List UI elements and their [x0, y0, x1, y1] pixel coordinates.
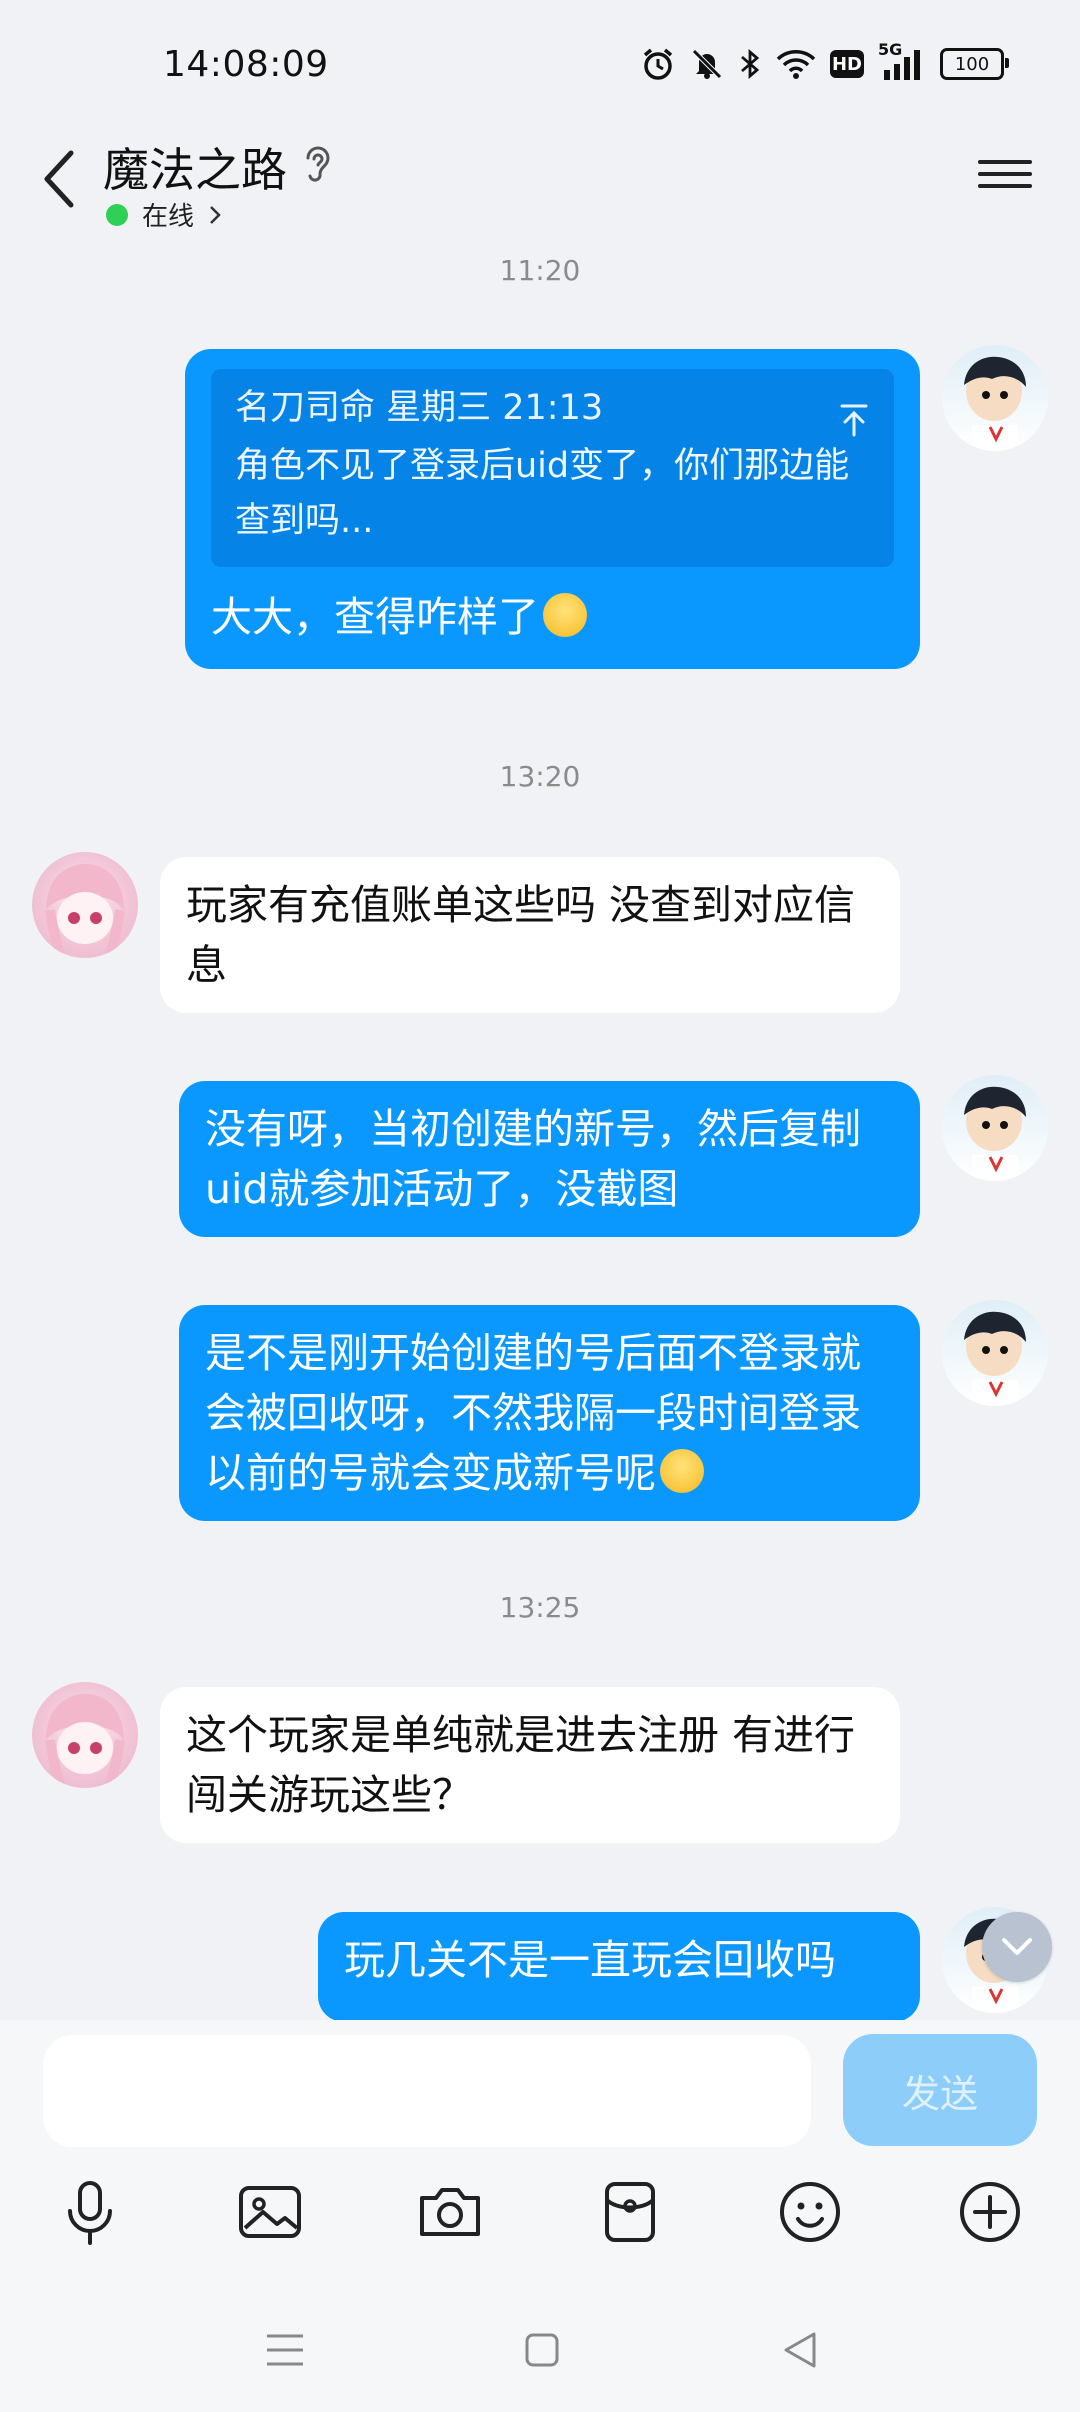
online-dot-icon	[106, 203, 128, 226]
time-divider: 13:20	[499, 760, 581, 793]
chevron-right-icon	[210, 205, 221, 224]
wifi-icon	[776, 48, 816, 80]
quote-sender: 名刀司命 星期三 21:13	[235, 388, 604, 428]
message-text: 大大，查得咋样了	[211, 587, 894, 647]
message-text-content: 是不是刚开始创建的号后面不登录就会被回收呀，不然我隔一段时间登录以前的号就会变成…	[205, 1329, 861, 1497]
network-label: 5G	[878, 40, 903, 59]
scroll-to-bottom-button[interactable]	[982, 1912, 1052, 1982]
message-bubble-received[interactable]: 这个玩家是单纯就是进去注册 有进行闯关游玩这些？	[160, 1687, 900, 1843]
blush-face-emoji-icon	[543, 593, 587, 637]
square-icon	[525, 2333, 559, 2367]
status-bar: 14:08:09 HD 5G 100	[0, 0, 1080, 130]
plus-icon[interactable]	[950, 2172, 1030, 2252]
time-divider: 11:20	[499, 254, 581, 287]
time-divider: 13:25	[499, 1591, 581, 1624]
neutral-face-emoji-icon	[660, 1449, 704, 1493]
quote-text: 角色不见了登录后uid变了，你们那边能查到吗...	[235, 446, 850, 541]
composer-toolbar	[0, 2172, 1080, 2262]
signal-icon: 5G	[878, 40, 926, 80]
menu-button[interactable]	[978, 152, 1032, 206]
status-time: 14:08:09	[163, 44, 329, 85]
message-bubble-received[interactable]: 玩家有充值账单这些吗 没查到对应信息	[160, 857, 900, 1013]
online-status-text: 在线	[142, 202, 195, 232]
red-packet-icon[interactable]	[590, 2172, 670, 2252]
my-avatar[interactable]	[942, 1075, 1048, 1181]
chat-header: 魔法之路 在线	[0, 130, 1080, 235]
message-bubble-sent[interactable]: 没有呀，当初创建的新号，然后复制uid就参加活动了，没截图	[179, 1081, 920, 1237]
my-avatar[interactable]	[942, 1300, 1048, 1406]
menu-line	[978, 172, 1032, 176]
chat-message-list[interactable]: 11:20 名刀司命 星期三 21:13 角色不见了登录后uid变了，你们那边能…	[0, 235, 1080, 2020]
image-icon[interactable]	[230, 2172, 310, 2252]
my-avatar[interactable]	[942, 345, 1048, 451]
status-icons: HD 5G 100	[640, 40, 1009, 82]
recent-apps-button[interactable]	[255, 2320, 315, 2380]
system-navigation-bar	[0, 2280, 1080, 2412]
battery-icon: 100	[940, 48, 1009, 80]
message-input[interactable]	[43, 2035, 811, 2147]
message-text-content: 大大，查得咋样了	[211, 593, 539, 641]
bluetooth-icon	[738, 47, 762, 81]
hd-badge: HD	[830, 50, 864, 78]
menu-line	[978, 160, 1032, 164]
message-composer: 发送	[0, 2020, 1080, 2280]
jump-to-quote-icon[interactable]	[838, 393, 870, 453]
message-bubble-sent[interactable]: 玩几关不是一直玩会回收吗	[318, 1912, 920, 2020]
back-nav-button[interactable]	[770, 2320, 830, 2380]
back-button[interactable]	[34, 146, 84, 212]
send-button[interactable]: 发送	[843, 2034, 1037, 2146]
ear-icon[interactable]	[300, 142, 334, 188]
chat-title[interactable]: 魔法之路	[103, 134, 287, 200]
alarm-icon	[640, 46, 676, 82]
menu-lines-icon	[267, 2334, 303, 2366]
message-bubble-sent[interactable]: 是不是刚开始创建的号后面不登录就会被回收呀，不然我隔一段时间登录以前的号就会变成…	[179, 1305, 920, 1521]
mute-icon	[690, 47, 724, 81]
chevron-left-icon	[44, 150, 74, 208]
online-status[interactable]: 在线	[106, 196, 222, 233]
camera-icon[interactable]	[410, 2172, 490, 2252]
quoted-message[interactable]: 名刀司命 星期三 21:13 角色不见了登录后uid变了，你们那边能查到吗...	[211, 369, 894, 567]
microphone-icon[interactable]	[50, 2172, 130, 2252]
menu-line	[978, 184, 1032, 188]
message-bubble-sent[interactable]: 名刀司命 星期三 21:13 角色不见了登录后uid变了，你们那边能查到吗...…	[185, 349, 920, 669]
chevron-down-icon	[1002, 1938, 1032, 1955]
triangle-back-icon	[784, 2332, 816, 2368]
emoji-icon[interactable]	[770, 2172, 850, 2252]
home-button[interactable]	[512, 2320, 572, 2380]
contact-avatar[interactable]	[32, 852, 138, 958]
contact-avatar[interactable]	[32, 1682, 138, 1788]
